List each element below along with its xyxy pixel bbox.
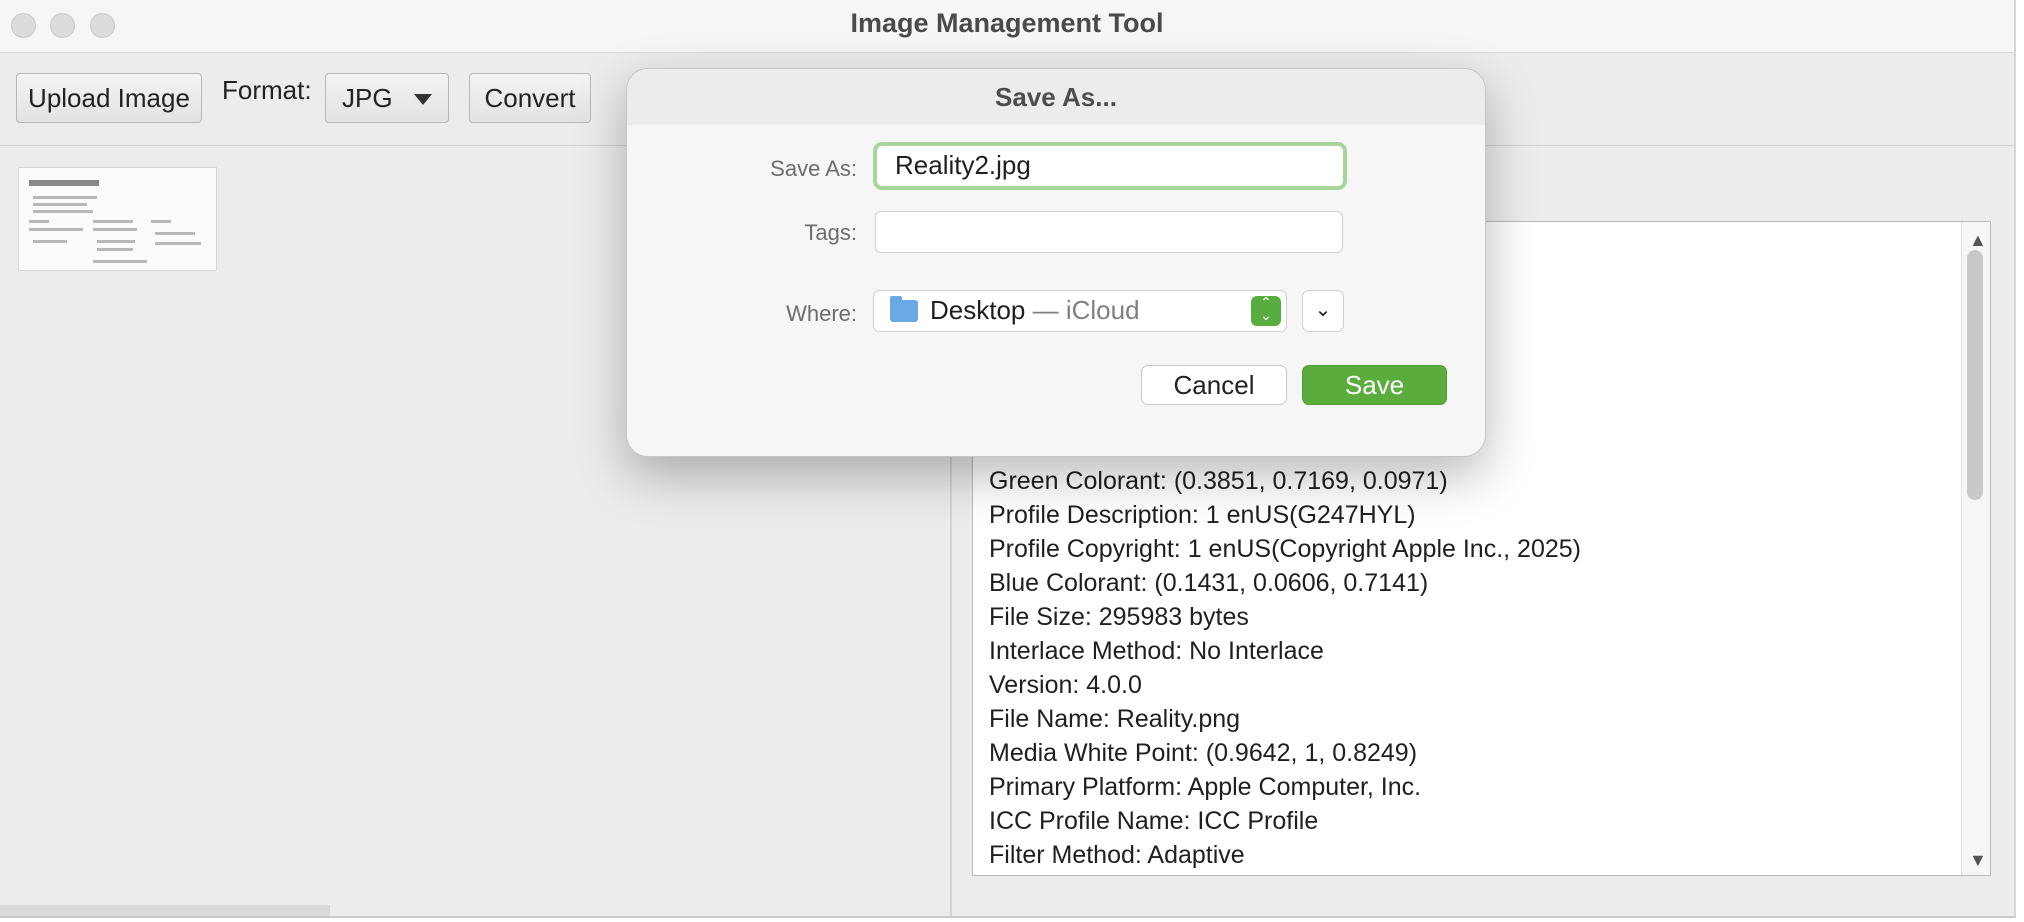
dialog-title: Save As... [995, 82, 1117, 112]
save-as-dialog: Save As... Save As: Reality2.jpg Tags: W… [626, 68, 1486, 457]
format-value: JPG [342, 82, 393, 113]
dialog-body: Save As: Reality2.jpg Tags: Where: Deskt… [627, 125, 1485, 456]
window-title: Image Management Tool [850, 8, 1164, 38]
metadata-line: Version: 4.0.0 [989, 671, 1142, 699]
scrollbar-thumb[interactable] [1967, 250, 1983, 500]
metadata-line: Profile Description: 1 enUS(G247HYL) [989, 501, 1416, 529]
where-select[interactable]: Desktop — iCloud ⌃ ⌄ [873, 290, 1287, 332]
convert-button[interactable]: Convert [469, 73, 591, 123]
metadata-scrollbar[interactable]: ▲ ▼ [1961, 222, 1990, 875]
scroll-up-icon[interactable]: ▲ [1969, 230, 1987, 251]
where-label: Where: [786, 301, 857, 326]
where-location: — iCloud [1025, 295, 1140, 325]
expand-dialog-button[interactable]: ⌄ [1302, 290, 1344, 332]
metadata-line: Media White Point: (0.9642, 1, 0.8249) [989, 739, 1418, 767]
metadata-line: Blue Colorant: (0.1431, 0.0606, 0.7141) [989, 569, 1429, 597]
where-value: Desktop [930, 295, 1026, 325]
dialog-header: Save As... [627, 69, 1485, 125]
folder-icon [890, 296, 918, 322]
window-bottom-edge [0, 905, 330, 916]
metadata-line: Green Colorant: (0.3851, 0.7169, 0.0971) [989, 467, 1448, 495]
format-select[interactable]: JPG [325, 73, 449, 123]
format-label: Format: [222, 75, 312, 105]
metadata-list: Green Colorant: (0.3851, 0.7169, 0.0971)… [989, 464, 1950, 872]
chevron-down-icon: ⌄ [1314, 299, 1332, 321]
save-as-label: Save As: [770, 156, 857, 181]
cancel-button[interactable]: Cancel [1141, 365, 1287, 405]
metadata-line: Profile Copyright: 1 enUS(Copyright Appl… [989, 535, 1581, 563]
metadata-line: ICC Profile Name: ICC Profile [989, 807, 1319, 835]
chevron-down-icon [414, 94, 432, 105]
upload-image-button[interactable]: Upload Image [16, 73, 202, 123]
scroll-down-icon[interactable]: ▼ [1969, 850, 1987, 871]
app-window: Image Management Tool Upload Image Forma… [0, 0, 2016, 918]
metadata-line: Interlace Method: No Interlace [989, 637, 1324, 665]
metadata-line: Primary Platform: Apple Computer, Inc. [989, 773, 1422, 801]
tags-field[interactable] [875, 211, 1343, 253]
metadata-line: Filter Method: Adaptive [989, 841, 1245, 869]
metadata-line: File Name: Reality.png [989, 705, 1241, 733]
tags-label: Tags: [804, 220, 857, 245]
title-bar: Image Management Tool [0, 0, 2014, 53]
save-button[interactable]: Save [1302, 365, 1447, 405]
image-thumbnail[interactable] [18, 167, 217, 271]
save-as-field[interactable]: Reality2.jpg [873, 142, 1347, 190]
save-as-value: Reality2.jpg [895, 150, 1031, 180]
updown-stepper-icon: ⌃ ⌄ [1251, 295, 1281, 326]
metadata-line: File Size: 295983 bytes [989, 603, 1249, 631]
